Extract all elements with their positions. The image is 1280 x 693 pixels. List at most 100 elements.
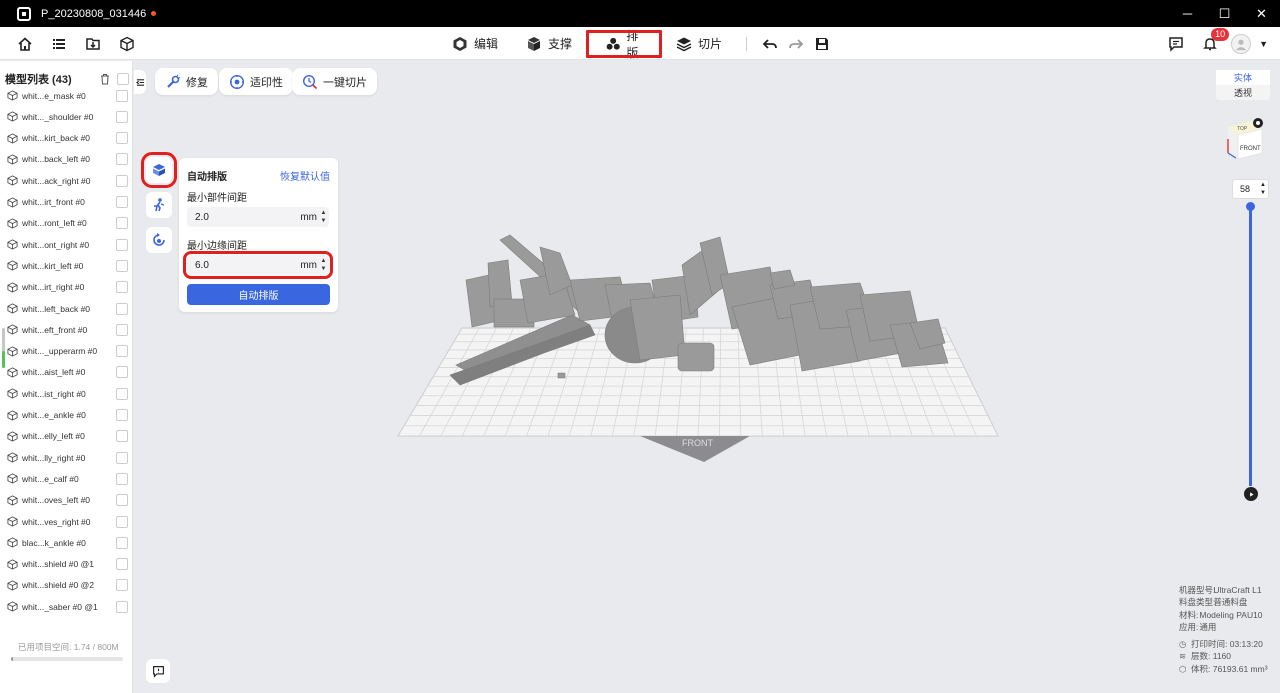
list-item[interactable]: whit...lly_right #0 [0, 447, 133, 468]
list-item[interactable]: whit..._upperarm #0 [0, 341, 133, 362]
list-item[interactable]: whit..._saber #0 @1 [0, 596, 133, 617]
list-item-checkbox[interactable] [116, 217, 128, 230]
placement-tool-button[interactable] [146, 192, 172, 218]
messages-button[interactable] [1163, 31, 1189, 57]
list-item-checkbox[interactable] [116, 153, 128, 166]
list-item-checkbox[interactable] [116, 89, 128, 102]
feedback-button[interactable] [146, 659, 170, 683]
support-icon [528, 36, 541, 51]
list-item[interactable]: whit...left_back #0 [0, 298, 133, 319]
list-item[interactable]: whit...kirt_back #0 [0, 128, 133, 149]
list-item[interactable]: blac...k_ankle #0 [0, 532, 133, 553]
list-item-checkbox[interactable] [116, 387, 128, 400]
list-item-checkbox[interactable] [116, 366, 128, 379]
spin-stepper[interactable]: ▲ ▼ [320, 209, 327, 225]
auto-arrange-button[interactable]: 自动排版 [187, 284, 330, 305]
list-item-checkbox[interactable] [116, 174, 128, 187]
view-perspective-option[interactable]: 透视 [1216, 85, 1270, 100]
printability-label: 适印性 [250, 76, 283, 89]
list-item[interactable]: whit...aist_left #0 [0, 362, 133, 383]
list-item[interactable]: whit...elly_left #0 [0, 426, 133, 447]
save-button[interactable] [809, 31, 835, 57]
min-edge-spacing-field[interactable]: 6.0 mm ▲ ▼ [183, 251, 333, 279]
build-plate-scene[interactable]: FRONT [390, 225, 1010, 470]
tab-edit[interactable]: 编辑 [438, 30, 512, 58]
view-solid-option[interactable]: 实体 [1216, 70, 1270, 85]
notifications-button[interactable]: 10 [1197, 27, 1230, 57]
undo-button[interactable] [757, 31, 783, 57]
list-item-checkbox[interactable] [116, 409, 128, 421]
spin-stepper[interactable]: ▲ ▼ [320, 257, 327, 273]
list-item[interactable]: whit...e_calf #0 [0, 468, 133, 489]
redo-button[interactable] [783, 31, 809, 57]
list-item-checkbox[interactable] [116, 259, 128, 272]
tab-support[interactable]: 支撑 [512, 30, 586, 58]
list-item-checkbox[interactable] [116, 323, 128, 336]
layer-slider-handle[interactable] [1246, 202, 1255, 211]
list-item[interactable]: whit...shield #0 @1 [0, 554, 133, 575]
list-item-checkbox[interactable] [116, 600, 128, 613]
layer-number-field[interactable]: 58 ▲ ▼ [1232, 179, 1269, 199]
list-item-checkbox[interactable] [116, 345, 128, 358]
list-item[interactable]: whit...shield #0 @2 [0, 575, 133, 596]
tab-arrange[interactable]: 排版 [586, 29, 663, 60]
list-item-checkbox[interactable] [116, 558, 128, 571]
list-item-checkbox[interactable] [116, 430, 128, 443]
list-item-checkbox[interactable] [116, 451, 128, 464]
list-item[interactable]: whit...ront_left #0 [0, 213, 133, 234]
reset-defaults-link[interactable]: 恢复默认值 [280, 168, 330, 183]
close-button[interactable]: ✕ [1243, 0, 1280, 27]
trash-icon[interactable] [99, 73, 111, 85]
list-item-checkbox[interactable] [116, 515, 128, 528]
printability-button[interactable]: 适印性 [219, 68, 293, 95]
min-edge-spacing-value[interactable]: 6.0 [195, 260, 209, 271]
list-item-checkbox[interactable] [116, 281, 128, 294]
min-part-spacing-value[interactable]: 2.0 [195, 212, 209, 223]
list-item-checkbox[interactable] [116, 302, 128, 315]
auto-arrange-tool-button[interactable] [141, 152, 177, 188]
menu-button[interactable] [46, 31, 72, 57]
list-item[interactable]: whit...ont_right #0 [0, 234, 133, 255]
list-item[interactable]: whit...e_ankle #0 [0, 405, 133, 426]
orientation-view-cube[interactable]: TOP FRONT [1222, 117, 1266, 163]
list-item-checkbox[interactable] [116, 579, 128, 592]
list-item[interactable]: whit...ist_right #0 [0, 383, 133, 404]
list-item[interactable]: whit...oves_left #0 [0, 490, 133, 511]
avatar[interactable] [1231, 33, 1252, 54]
list-item-checkbox[interactable] [116, 536, 128, 549]
list-item[interactable]: whit...eft_front #0 [0, 319, 133, 340]
list-item-checkbox[interactable] [116, 494, 128, 507]
layer-slider-track[interactable] [1249, 206, 1252, 486]
list-item[interactable]: whit...ves_right #0 [0, 511, 133, 532]
tab-slice[interactable]: 切片 [662, 30, 736, 58]
layer-number-value[interactable]: 58 [1240, 184, 1250, 194]
list-item-checkbox[interactable] [116, 196, 128, 208]
list-item-checkbox[interactable] [116, 472, 128, 485]
list-item[interactable]: whit...kirt_left #0 [0, 255, 133, 276]
min-part-spacing-field[interactable]: 2.0 mm ▲ ▼ [187, 207, 329, 227]
one-click-slice-button[interactable]: 一键切片 [292, 68, 377, 95]
maximize-button[interactable]: ☐ [1206, 0, 1243, 27]
cube-icon [7, 452, 18, 463]
home-button[interactable] [12, 31, 38, 57]
list-item[interactable]: whit...irt_right #0 [0, 277, 133, 298]
rotate-tool-button[interactable] [146, 227, 172, 253]
repair-button[interactable]: 修复 [155, 68, 218, 95]
model-library-button[interactable] [114, 31, 140, 57]
list-item-checkbox[interactable] [116, 132, 128, 145]
list-item[interactable]: whit...irt_front #0 [0, 192, 133, 213]
minimize-button[interactable]: ─ [1169, 0, 1206, 27]
list-item[interactable]: whit...e_mask #0 [0, 85, 133, 106]
list-item[interactable]: whit...back_left #0 [0, 149, 133, 170]
list-item[interactable]: whit..._shoulder #0 [0, 106, 133, 127]
import-button[interactable] [80, 31, 106, 57]
collapse-sidebar-button[interactable] [134, 70, 146, 94]
list-item-checkbox[interactable] [116, 238, 128, 251]
layer-play-button[interactable] [1244, 487, 1258, 501]
view-mode-toggle[interactable]: 实体 透视 [1216, 70, 1270, 100]
layer-stepper[interactable]: ▲ ▼ [1260, 181, 1266, 197]
list-item-checkbox[interactable] [116, 110, 128, 123]
select-all-checkbox[interactable] [117, 73, 129, 85]
account-dropdown-caret-icon[interactable]: ▼ [1259, 39, 1268, 49]
list-item[interactable]: whit...ack_right #0 [0, 170, 133, 191]
